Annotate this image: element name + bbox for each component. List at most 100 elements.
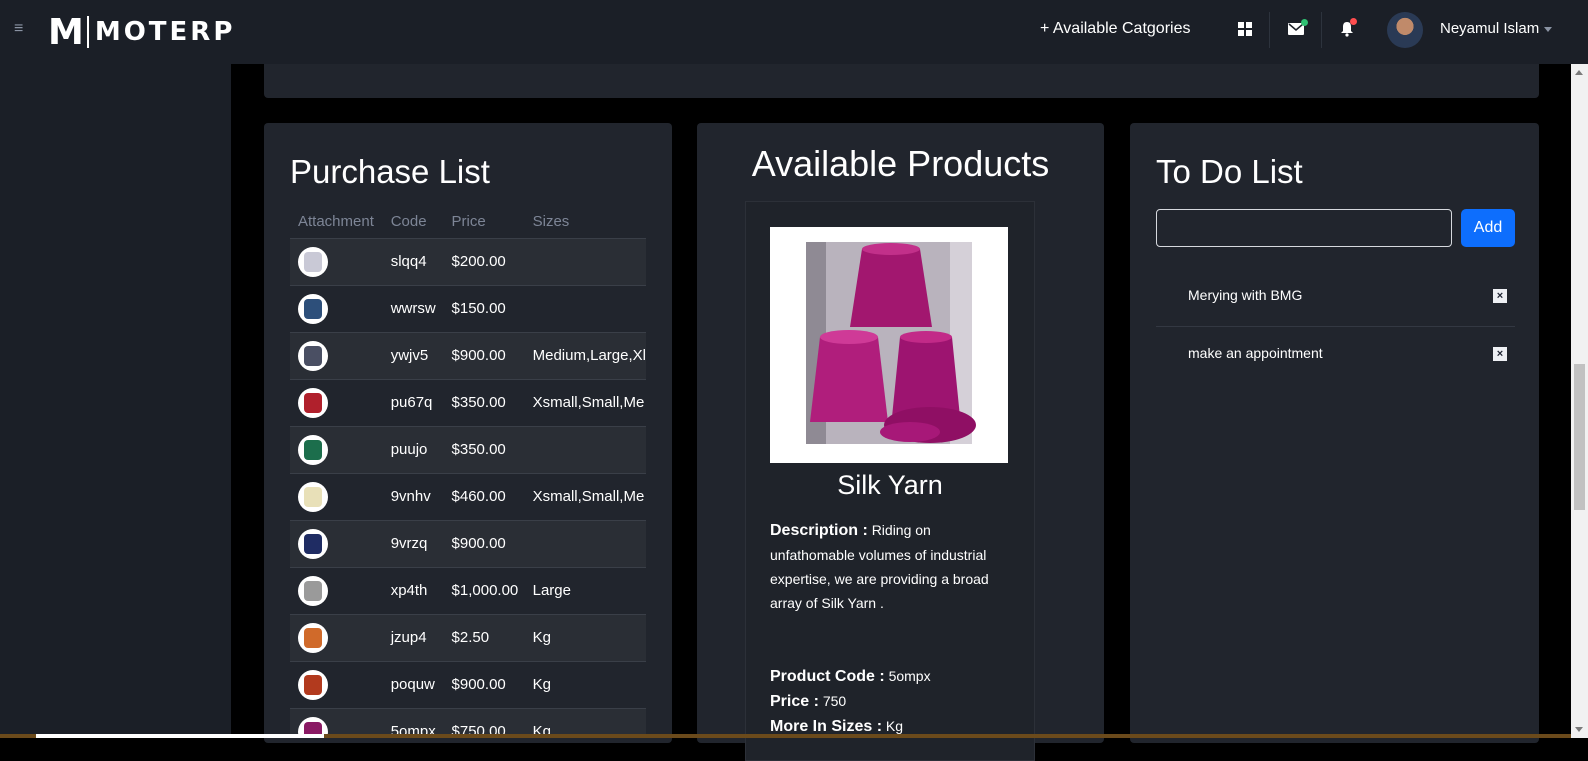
price-cell: $2.50 xyxy=(443,614,525,662)
product-image xyxy=(770,227,1008,463)
table-row[interactable]: xp4th $1,000.00 Large xyxy=(290,567,646,615)
code-cell: poquw xyxy=(382,661,444,709)
code-cell: jzup4 xyxy=(382,614,444,662)
avatar[interactable] xyxy=(1387,12,1423,48)
attachment-thumbnail[interactable] xyxy=(298,669,328,700)
available-products-title: Available Products xyxy=(751,143,1050,184)
code-cell: 9vrzq xyxy=(382,520,444,568)
description-label: Description : xyxy=(770,522,868,539)
todo-item[interactable]: make an appointment × xyxy=(1156,327,1515,385)
user-name[interactable]: Neyamul Islam xyxy=(1440,20,1539,37)
top-navbar: ≡ M MOTERP + Available Catgories Neyamul… xyxy=(0,0,1588,64)
price-label: Price : xyxy=(770,693,819,710)
price-cell: $1,000.00 xyxy=(443,567,525,615)
todo-title: To Do List xyxy=(1156,153,1303,190)
attachment-cell xyxy=(290,332,383,380)
attachment-thumbnail[interactable] xyxy=(298,528,328,559)
table-row[interactable]: wwrsw $150.00 xyxy=(290,285,646,333)
available-categories-link[interactable]: + Available Catgories xyxy=(1040,20,1190,38)
attachment-thumbnail[interactable] xyxy=(298,293,328,324)
attachment-thumbnail[interactable] xyxy=(298,246,328,277)
attachment-cell xyxy=(290,520,383,568)
scrollbar-thumb[interactable] xyxy=(1574,364,1585,510)
attachment-thumbnail[interactable] xyxy=(298,387,328,418)
scroll-up-icon[interactable] xyxy=(1575,70,1583,75)
column-header-code: Code xyxy=(382,206,444,239)
table-row[interactable]: pu67q $350.00 Xsmall,Small,Me xyxy=(290,379,646,427)
purchase-table-wrapper[interactable]: Attachment Code Price Sizes slqq4 $200.00… xyxy=(290,206,646,738)
top-card xyxy=(264,64,1539,98)
code-cell: 9vnhv xyxy=(382,473,444,521)
product-card[interactable]: Silk Yarn Description : Riding on unfath… xyxy=(745,201,1035,761)
mail-notification-dot xyxy=(1301,19,1308,26)
table-row[interactable]: 9vrzq $900.00 xyxy=(290,520,646,568)
bottom-strip-segment xyxy=(36,734,324,738)
price-cell: $150.00 xyxy=(443,285,525,333)
product-code: 5ompx xyxy=(888,668,931,684)
price-cell: $900.00 xyxy=(443,332,525,380)
close-icon[interactable]: × xyxy=(1493,347,1507,361)
bottom-strip xyxy=(0,734,1571,738)
attachment-cell xyxy=(290,567,383,615)
attachment-thumbnail[interactable] xyxy=(298,434,328,465)
logo-divider xyxy=(86,16,89,48)
attachment-thumbnail[interactable] xyxy=(298,575,328,606)
sizes-cell xyxy=(524,520,646,568)
table-row[interactable]: puujo $350.00 xyxy=(290,426,646,474)
logo-text: MOTERP xyxy=(94,17,236,47)
column-header-price: Price xyxy=(443,206,525,239)
product-name: Silk Yarn xyxy=(837,470,943,500)
price-cell: $900.00 xyxy=(443,661,525,709)
sizes-cell: Kg xyxy=(524,614,646,662)
bell-notification-dot xyxy=(1350,18,1357,25)
price-cell: $900.00 xyxy=(443,520,525,568)
add-todo-button[interactable]: Add xyxy=(1461,209,1515,247)
bell-icon[interactable] xyxy=(1336,18,1358,40)
code-cell: wwrsw xyxy=(382,285,444,333)
mail-icon[interactable] xyxy=(1285,18,1308,40)
table-header-row: Attachment Code Price Sizes xyxy=(290,206,646,239)
close-icon[interactable]: × xyxy=(1493,289,1507,303)
table-row[interactable]: jzup4 $2.50 Kg xyxy=(290,614,646,662)
logo-mark: M xyxy=(48,11,84,53)
column-header-sizes: Sizes xyxy=(524,206,646,239)
table-row[interactable]: ywjv5 $900.00 Medium,Large,Xl xyxy=(290,332,646,380)
product-sizes: Kg xyxy=(885,718,904,734)
purchase-list-title: Purchase List xyxy=(290,153,490,190)
code-cell: slqq4 xyxy=(382,238,444,286)
product-code-label: Product Code : xyxy=(770,668,885,685)
navbar-divider xyxy=(1269,12,1270,48)
sizes-cell: Xsmall,Small,Me xyxy=(524,379,646,427)
product-meta: Product Code : 5ompx Price : 750 More In… xyxy=(770,664,1014,739)
sidebar xyxy=(0,64,231,738)
attachment-cell xyxy=(290,473,383,521)
menu-icon[interactable]: ≡ xyxy=(14,21,28,37)
todo-input[interactable] xyxy=(1156,209,1452,247)
attachment-cell xyxy=(290,426,383,474)
logo[interactable]: M MOTERP xyxy=(48,11,236,53)
todo-card: To Do List Add Merying with BMG × make a… xyxy=(1130,123,1539,743)
product-description: Description : Riding on unfathomable vol… xyxy=(770,518,1014,615)
table-row[interactable]: 9vnhv $460.00 Xsmall,Small,Me xyxy=(290,473,646,521)
attachment-thumbnail[interactable] xyxy=(298,340,328,371)
attachment-thumbnail[interactable] xyxy=(298,481,328,512)
todo-item-label: make an appointment xyxy=(1188,345,1323,361)
product-price: 750 xyxy=(822,693,847,709)
sizes-cell: Large xyxy=(524,567,646,615)
todo-item-label: Merying with BMG xyxy=(1188,287,1303,303)
todo-item[interactable]: Merying with BMG × xyxy=(1156,269,1515,327)
available-products-card: Available Products Silk Yarn Description… xyxy=(697,123,1104,761)
attachment-cell xyxy=(290,238,383,286)
chevron-down-icon[interactable] xyxy=(1544,27,1552,32)
scroll-down-icon[interactable] xyxy=(1575,727,1583,732)
sizes-cell xyxy=(524,238,646,286)
table-row[interactable]: poquw $900.00 Kg xyxy=(290,661,646,709)
attachment-cell xyxy=(290,379,383,427)
table-row[interactable]: slqq4 $200.00 xyxy=(290,238,646,286)
attachment-cell xyxy=(290,661,383,709)
code-cell: xp4th xyxy=(382,567,444,615)
grid-icon[interactable] xyxy=(1234,18,1256,40)
attachment-thumbnail[interactable] xyxy=(298,622,328,653)
page-scrollbar[interactable] xyxy=(1571,64,1588,738)
purchase-table: Attachment Code Price Sizes slqq4 $200.00… xyxy=(290,206,646,738)
